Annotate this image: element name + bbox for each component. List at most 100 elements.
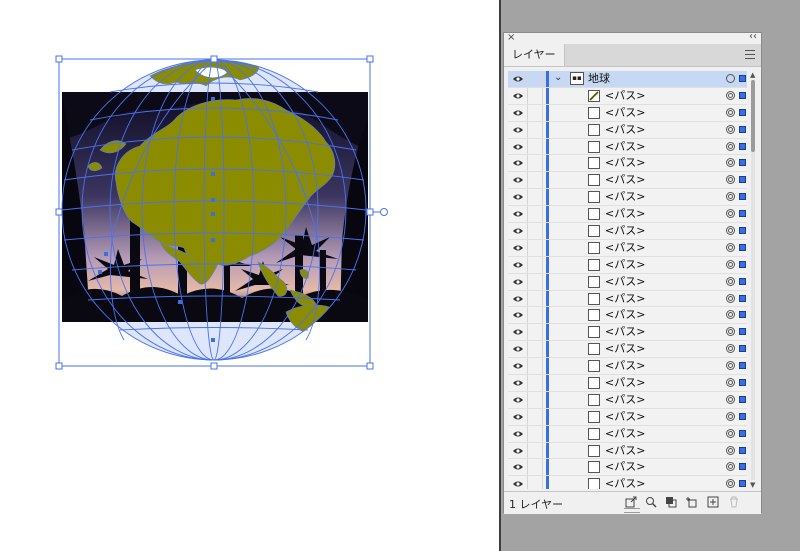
target-circle-icon[interactable] [726, 259, 735, 269]
eye-icon[interactable] [512, 395, 524, 405]
sublayer-row[interactable]: <パス> [508, 256, 747, 274]
sublayer-name[interactable]: <パス> [605, 308, 645, 322]
eye-icon[interactable] [512, 344, 524, 354]
selection-indicator[interactable] [739, 446, 746, 454]
sublayer-row[interactable]: <パス> [508, 408, 747, 426]
selection-indicator[interactable] [739, 395, 746, 403]
lock-column[interactable] [527, 476, 543, 489]
scrollbar-thumb[interactable] [751, 80, 755, 152]
sublayer-row[interactable]: <パス> [508, 425, 747, 443]
eye-icon[interactable] [512, 91, 524, 101]
target-circle-icon[interactable] [726, 226, 735, 236]
sublayer-row[interactable]: <パス> [508, 476, 747, 489]
sublayer-name[interactable]: <パス> [605, 123, 645, 137]
trash-icon[interactable] [728, 496, 740, 508]
sublayer-row[interactable]: <パス> [508, 290, 747, 308]
lock-column[interactable] [527, 121, 543, 138]
target-circle-icon[interactable] [726, 175, 735, 185]
lock-column[interactable] [527, 442, 543, 459]
lock-column[interactable] [527, 172, 543, 189]
selection-indicator[interactable] [739, 260, 746, 268]
collapse-panel-button[interactable]: ‹‹ [749, 31, 757, 42]
eye-icon[interactable] [512, 226, 524, 236]
eye-icon[interactable] [512, 479, 524, 489]
selection-indicator[interactable] [739, 125, 746, 133]
sublayer-name[interactable]: <パス> [605, 325, 645, 339]
clipping-mask-icon[interactable] [665, 496, 677, 508]
selection-indicator[interactable] [739, 75, 746, 82]
target-circle-icon[interactable] [726, 192, 735, 202]
lock-column[interactable] [527, 358, 543, 375]
sublayer-name[interactable]: <パス> [605, 427, 645, 441]
sublayer-row[interactable]: <パス> [508, 155, 747, 173]
eye-icon[interactable] [512, 462, 524, 472]
sublayer-name[interactable]: <パス> [605, 224, 645, 238]
sublayer-name[interactable]: <パス> [605, 410, 645, 424]
sublayer-name[interactable]: <パス> [605, 190, 645, 204]
eye-icon[interactable] [512, 192, 524, 202]
lock-column[interactable] [527, 206, 543, 223]
lock-column[interactable] [527, 324, 543, 341]
target-circle-icon[interactable] [726, 411, 735, 421]
target-circle-icon[interactable] [726, 394, 735, 404]
selection-indicator[interactable] [739, 108, 746, 116]
selection-indicator[interactable] [739, 227, 746, 235]
sublayer-row[interactable]: <パス> [508, 189, 747, 207]
eye-icon[interactable] [512, 158, 524, 168]
sublayer-row[interactable]: <パス> [508, 358, 747, 376]
eye-icon[interactable] [512, 361, 524, 371]
target-circle-icon[interactable] [726, 276, 735, 286]
sublayer-name[interactable]: <パス> [605, 292, 645, 306]
hamburger-menu-icon[interactable] [745, 50, 755, 59]
selection-indicator[interactable] [739, 176, 746, 184]
selection-indicator[interactable] [739, 294, 746, 302]
target-circle-icon[interactable] [726, 90, 735, 100]
eye-icon[interactable] [512, 260, 524, 270]
sublayer-row[interactable]: <パス> [508, 223, 747, 240]
eye-icon[interactable] [512, 209, 524, 219]
sublayer-name[interactable]: <パス> [605, 258, 645, 272]
sublayer-name[interactable]: <パス> [605, 342, 645, 356]
lock-column[interactable] [527, 408, 543, 425]
chevron-down-icon[interactable]: ⌄ [554, 72, 562, 83]
selection-indicator[interactable] [739, 277, 746, 285]
lock-column[interactable] [527, 138, 543, 155]
tab-layers[interactable]: レイヤー [504, 44, 565, 66]
lock-column[interactable] [527, 425, 543, 442]
lock-column[interactable] [527, 87, 543, 104]
selection-indicator[interactable] [739, 311, 746, 319]
sublayer-row[interactable]: <パス> [508, 239, 747, 257]
eye-icon[interactable] [512, 412, 524, 422]
sublayer-row[interactable]: <パス> [508, 442, 747, 460]
selection-indicator[interactable] [739, 193, 746, 201]
sublayer-name[interactable]: <パス> [605, 393, 645, 407]
sublayer-row[interactable]: <パス> [508, 172, 747, 190]
target-circle-icon[interactable] [726, 158, 735, 168]
sublayer-row[interactable]: <パス> [508, 138, 747, 156]
target-circle-icon[interactable] [726, 378, 735, 388]
layer-list-scrollbar[interactable]: ▲ ▼ [749, 71, 757, 489]
selection-indicator[interactable] [739, 210, 746, 218]
lock-column[interactable] [527, 273, 543, 290]
sublayer-name[interactable]: <パス> [605, 359, 645, 373]
sublayer-name[interactable]: <パス> [605, 140, 645, 154]
eye-icon[interactable] [512, 125, 524, 135]
eye-icon[interactable] [512, 310, 524, 320]
target-circle-icon[interactable] [726, 327, 735, 337]
sublayer-row[interactable]: <パス> [508, 273, 747, 291]
selection-indicator[interactable] [739, 362, 746, 370]
sublayer-row[interactable]: <パス> [508, 206, 747, 224]
lock-column[interactable] [527, 307, 543, 324]
selection-indicator[interactable] [739, 412, 746, 420]
lock-column[interactable] [527, 239, 543, 256]
selection-indicator[interactable] [739, 379, 746, 387]
sublayer-name[interactable]: <パス> [605, 275, 645, 289]
target-circle-icon[interactable] [726, 361, 735, 371]
sublayer-row[interactable]: <パス> [508, 341, 747, 359]
export-icon[interactable] [625, 496, 637, 508]
new-sublayer-icon[interactable] [685, 496, 697, 508]
lock-column[interactable] [527, 256, 543, 273]
lock-column[interactable] [527, 71, 543, 87]
target-circle-icon[interactable] [726, 344, 735, 354]
target-circle-icon[interactable] [726, 141, 735, 151]
